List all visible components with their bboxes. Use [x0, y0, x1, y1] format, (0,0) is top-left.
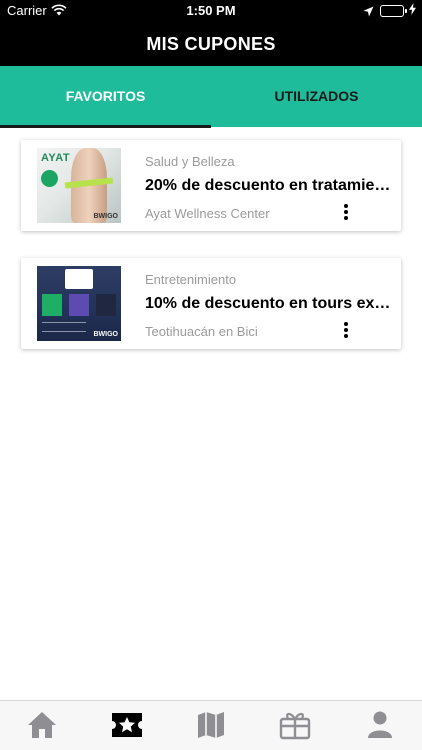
- profile-icon: [367, 711, 392, 738]
- tab-gifts[interactable]: [253, 701, 337, 750]
- battery-icon: [380, 5, 404, 17]
- more-options-icon[interactable]: [339, 202, 353, 224]
- page-title: MIS CUPONES: [146, 34, 276, 54]
- thumbnail-brand-logo: [65, 269, 93, 289]
- thumbnail-promo-tile: [69, 294, 89, 316]
- coupon-thumbnail: AYAT BWIGO: [37, 148, 121, 223]
- thumbnail-logo: BWIGO: [93, 331, 119, 338]
- coupon-card[interactable]: BWIGO Entretenimiento 10% de descuento e…: [21, 258, 401, 349]
- star-ticket-icon: [111, 713, 142, 737]
- app-header: MIS CUPONES: [0, 22, 422, 66]
- battery-tip: [405, 9, 407, 13]
- home-icon: [28, 712, 57, 738]
- thumbnail-promo-tile: [42, 294, 62, 316]
- location-icon: [363, 5, 374, 20]
- coupon-card[interactable]: AYAT BWIGO Salud y Belleza 20% de descue…: [21, 140, 401, 231]
- coupon-title: 10% de descuento en tours exprés: [145, 295, 395, 312]
- map-icon: [198, 712, 225, 738]
- tab-profile[interactable]: [338, 701, 422, 750]
- coupon-merchant: Ayat Wellness Center: [145, 206, 270, 221]
- thumbnail-logo: BWIGO: [93, 213, 119, 220]
- coupon-title: 20% de descuento en tratamientos: [145, 177, 395, 194]
- status-bar: Carrier 1:50 PM: [0, 0, 422, 22]
- coupon-tabs: FAVORITOS UTILIZADOS: [0, 66, 422, 128]
- thumbnail-promo-tile: [96, 294, 116, 316]
- thumbnail-brand: AYAT: [41, 152, 71, 164]
- bottom-tab-bar: [0, 700, 422, 750]
- thumbnail-badge: [41, 170, 58, 187]
- tab-favoritos[interactable]: FAVORITOS: [0, 66, 211, 128]
- coupon-category: Salud y Belleza: [145, 154, 235, 169]
- tab-favorite-coupons[interactable]: [84, 701, 168, 750]
- status-time: 1:50 PM: [186, 3, 236, 18]
- coupon-thumbnail: BWIGO: [37, 266, 121, 341]
- tab-home[interactable]: [0, 701, 84, 750]
- coupon-merchant: Teotihuacán en Bici: [145, 324, 258, 339]
- tab-map[interactable]: [169, 701, 253, 750]
- thumbnail-fine-print: [42, 322, 86, 332]
- charging-icon: [409, 3, 416, 18]
- coupon-category: Entretenimiento: [145, 272, 237, 287]
- tab-utilizados[interactable]: UTILIZADOS: [211, 66, 422, 127]
- gift-icon: [280, 712, 311, 740]
- more-options-icon[interactable]: [339, 320, 353, 342]
